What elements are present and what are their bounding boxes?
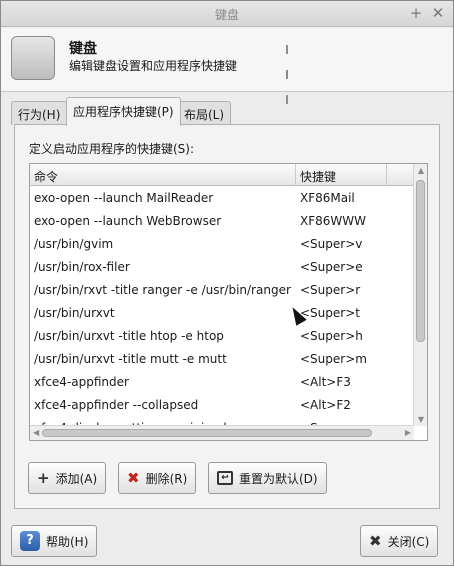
column-header-shortcut[interactable]: 快捷键	[295, 164, 340, 186]
row-shortcut: <Super>h	[300, 329, 363, 343]
keyboard-icon	[11, 36, 288, 104]
shortcuts-panel: 定义启动应用程序的快捷键(S): 命令 快捷键 exo-open --launc…	[14, 124, 440, 509]
help-button[interactable]: ? 帮助(H)	[11, 525, 98, 557]
keyboard-settings-window: 键盘 + ✕ 键盘 编辑键盘设置和应用程序快捷键 行为(H) 应用程序快捷键(P…	[0, 0, 454, 566]
table-header: 命令 快捷键	[30, 164, 414, 186]
column-divider	[386, 164, 387, 186]
row-shortcut: XF86Mail	[300, 191, 355, 205]
plus-icon: +	[37, 468, 50, 487]
table-row[interactable]: xfce4-appfinder --collapsed <Alt>F2	[30, 394, 414, 417]
shortcuts-caption: 定义启动应用程序的快捷键(S):	[29, 142, 195, 156]
close-button-label: 关闭(C)	[387, 534, 430, 549]
remove-button-label: 删除(R)	[145, 471, 188, 486]
row-command: /usr/bin/urxvt	[34, 306, 115, 320]
table-row[interactable]: /usr/bin/rxvt -title ranger -e /usr/bin/…	[30, 279, 414, 302]
scroll-right-icon[interactable]: ▶	[405, 428, 411, 437]
table-row[interactable]: /usr/bin/urxvt -title htop -e htop <Super…	[30, 325, 414, 348]
header-subtitle: 编辑键盘设置和应用程序快捷键	[69, 59, 238, 73]
row-shortcut: <Alt>F3	[300, 375, 351, 389]
table-row[interactable]: /usr/bin/urxvt -title mutt -e mutt <Super…	[30, 348, 414, 371]
delete-icon: ✖	[127, 468, 140, 487]
tab-behavior[interactable]: 行为(H)	[11, 101, 68, 125]
window-title: 键盘	[214, 8, 239, 22]
scroll-left-icon[interactable]: ◀	[33, 428, 39, 437]
table-row[interactable]: exo-open --launch MailReader XF86Mail	[30, 187, 414, 210]
close-button[interactable]: ✖ 关闭(C)	[360, 525, 439, 557]
help-icon: ?	[20, 531, 40, 551]
vertical-scroll-thumb[interactable]	[416, 180, 425, 342]
scroll-up-icon[interactable]: ▲	[414, 166, 427, 175]
row-shortcut: <Super>r	[300, 283, 361, 297]
vertical-scrollbar[interactable]: ▲ ▼	[413, 164, 427, 426]
horizontal-scrollbar[interactable]: ◀ ▶	[30, 425, 414, 440]
row-command: /usr/bin/urxvt -title mutt -e mutt	[34, 352, 227, 366]
tab-layout[interactable]: 布局(L)	[177, 101, 232, 125]
maximize-icon[interactable]: +	[407, 4, 425, 22]
row-shortcut: XF86WWW	[300, 214, 366, 228]
row-shortcut: <Super>v	[300, 237, 363, 251]
reset-icon: ↩	[217, 471, 233, 485]
row-shortcut: <Super>m	[300, 352, 367, 366]
table-row[interactable]: /usr/bin/urxvt <Super>t	[30, 302, 414, 325]
tab-application-shortcuts[interactable]: 应用程序快捷键(P)	[66, 97, 181, 126]
table-row[interactable]: exo-open --launch WebBrowser XF86WWW	[30, 210, 414, 233]
dialog-header: 键盘 编辑键盘设置和应用程序快捷键	[1, 28, 453, 104]
help-button-label: 帮助(H)	[46, 534, 89, 549]
close-window-icon[interactable]: ✕	[429, 4, 447, 22]
column-header-command[interactable]: 命令	[34, 168, 58, 185]
row-command: xfce4-appfinder --collapsed	[34, 398, 199, 412]
add-button[interactable]: + 添加(A)	[28, 462, 107, 494]
close-icon: ✖	[369, 531, 382, 550]
header-title: 键盘	[69, 41, 97, 57]
remove-button[interactable]: ✖ 删除(R)	[118, 462, 197, 494]
shortcuts-table[interactable]: 命令 快捷键 exo-open --launch MailReader XF86M…	[29, 163, 428, 441]
row-shortcut: <Super>e	[300, 260, 363, 274]
row-command: /usr/bin/rox-filer	[34, 260, 130, 274]
table-row[interactable]: /usr/bin/gvim <Super>v	[30, 233, 414, 256]
row-command: /usr/bin/rxvt -title ranger -e /usr/bin/…	[34, 283, 291, 297]
row-command: /usr/bin/gvim	[34, 237, 114, 251]
row-command: /usr/bin/urxvt -title htop -e htop	[34, 329, 224, 343]
titlebar[interactable]: 键盘 + ✕	[1, 1, 453, 27]
row-command: exo-open --launch MailReader	[34, 191, 214, 205]
horizontal-scroll-thumb[interactable]	[42, 429, 372, 437]
reset-defaults-button[interactable]: ↩ 重置为默认(D)	[208, 462, 327, 494]
row-command: xfce4-appfinder	[34, 375, 129, 389]
reset-button-label: 重置为默认(D)	[239, 471, 318, 486]
table-body: exo-open --launch MailReader XF86Mail exo-…	[30, 187, 414, 440]
table-row[interactable]: /usr/bin/rox-filer <Super>e	[30, 256, 414, 279]
row-command: exo-open --launch WebBrowser	[34, 214, 222, 228]
add-button-label: 添加(A)	[55, 471, 98, 486]
table-row[interactable]: xfce4-appfinder <Alt>F3	[30, 371, 414, 394]
row-shortcut: <Alt>F2	[300, 398, 351, 412]
scroll-down-icon[interactable]: ▼	[414, 415, 427, 424]
row-shortcut: <Super>t	[300, 306, 360, 320]
